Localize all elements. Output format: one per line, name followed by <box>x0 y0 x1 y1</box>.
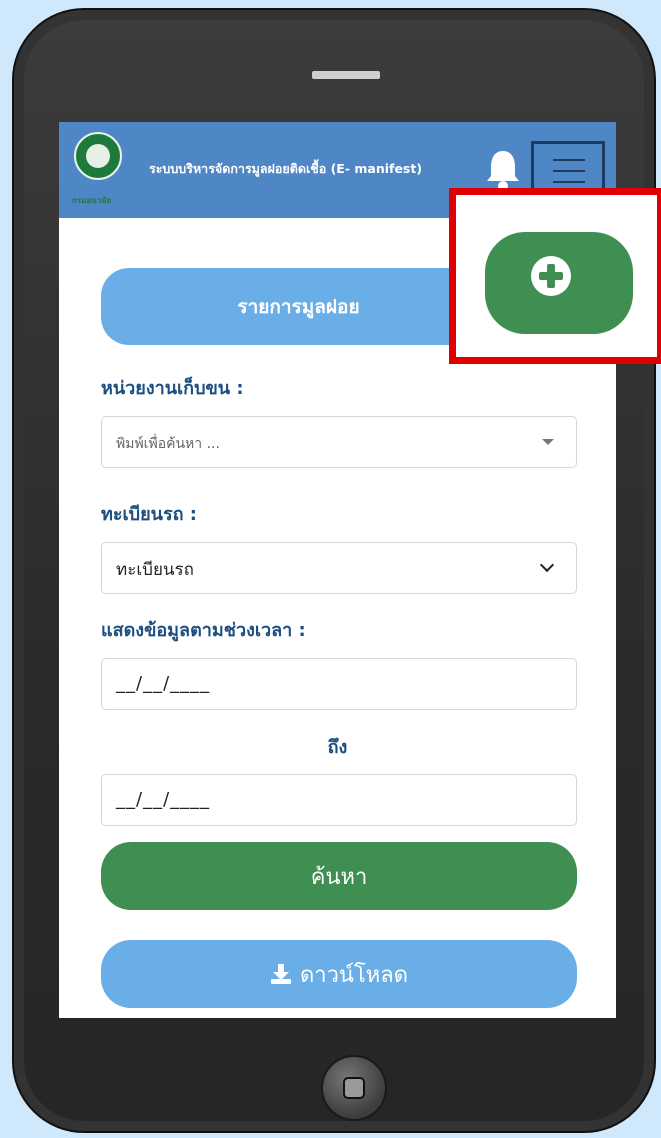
plus-circle-icon <box>531 256 571 296</box>
period-label: แสดงข้อมูลตามช่วงเวลา : <box>101 620 306 641</box>
bell-icon[interactable] <box>483 148 523 192</box>
download-button-label: ดาวน์โหลด <box>299 962 409 988</box>
download-button[interactable]: ดาวน์โหลด <box>101 940 577 1008</box>
date-to-mask: __/__/____ <box>116 789 211 810</box>
collector-select[interactable]: พิมพ์เพื่อค้นหา ... <box>101 416 577 468</box>
date-to-input[interactable]: __/__/____ <box>101 774 577 826</box>
download-icon <box>270 964 291 984</box>
plate-label: ทะเบียนรถ : <box>101 504 197 525</box>
collector-label: หน่วยงานเก็บขน : <box>101 378 244 399</box>
caret-down-icon <box>542 439 554 445</box>
chevron-down-icon <box>539 557 555 573</box>
to-label: ถึง <box>327 737 348 758</box>
plate-select[interactable]: ทะเบียนรถ <box>101 542 577 594</box>
phone-home-button[interactable] <box>321 1055 387 1121</box>
search-button-label: ค้นหา <box>310 864 368 890</box>
date-from-input[interactable]: __/__/____ <box>101 658 577 710</box>
logo-caption: กรมอนามัย <box>72 196 112 205</box>
plate-value: ทะเบียนรถ <box>116 560 194 580</box>
date-from-mask: __/__/____ <box>116 673 211 694</box>
phone-speaker <box>312 71 380 79</box>
add-button[interactable] <box>485 232 633 334</box>
collector-placeholder: พิมพ์เพื่อค้นหา ... <box>116 436 220 452</box>
department-logo[interactable]: กรมอนามัย <box>72 132 128 206</box>
app-title: ระบบบริหารจัดการมูลฝอยติดเชื้อ (E- manif… <box>149 161 423 176</box>
search-button[interactable]: ค้นหา <box>101 842 577 910</box>
